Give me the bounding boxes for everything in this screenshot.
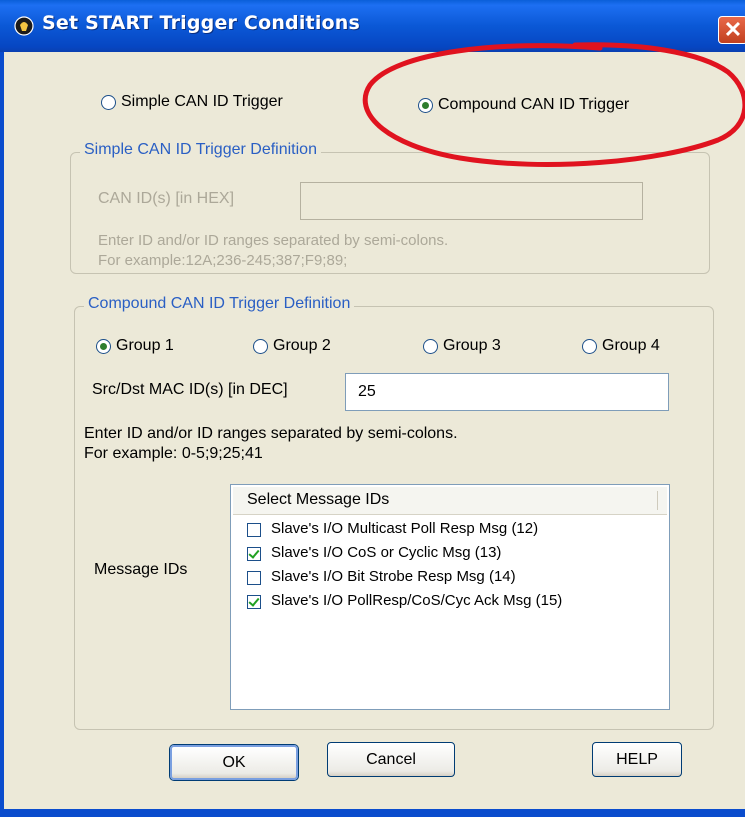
message-ids-label: Message IDs <box>94 561 188 578</box>
title-bar[interactable]: Set START Trigger Conditions ✕ <box>0 0 745 52</box>
compound-help-line1: Enter ID and/or ID ranges separated by s… <box>84 425 458 442</box>
ok-button[interactable]: OK <box>170 745 298 780</box>
simple-help-line2: For example:12A;236-245;387;F9;89; <box>98 252 348 269</box>
message-label-15[interactable]: Slave's I/O PollResp/CoS/Cyc Ack Msg (15… <box>271 592 562 609</box>
group2-radio[interactable] <box>253 339 268 354</box>
message-label-13[interactable]: Slave's I/O CoS or Cyclic Msg (13) <box>271 544 501 561</box>
message-label-14[interactable]: Slave's I/O Bit Strobe Resp Msg (14) <box>271 568 516 585</box>
message-checkbox-14[interactable] <box>247 571 261 585</box>
message-ids-list[interactable]: Select Message IDs Slave's I/O Multicast… <box>230 484 670 710</box>
can-id-label: CAN ID(s) [in HEX] <box>98 190 235 207</box>
group4-label[interactable]: Group 4 <box>602 337 660 355</box>
simple-trigger-label[interactable]: Simple CAN ID Trigger <box>121 93 283 111</box>
compound-trigger-radio[interactable] <box>418 98 433 113</box>
cancel-button[interactable]: Cancel <box>327 742 455 777</box>
help-button[interactable]: HELP <box>592 742 682 777</box>
dialog-window: Set START Trigger Conditions ✕ Simple CA… <box>0 0 745 817</box>
message-checkbox-12[interactable] <box>247 523 261 537</box>
message-checkbox-15[interactable] <box>247 595 261 609</box>
compound-group-legend: Compound CAN ID Trigger Definition <box>84 295 355 313</box>
group1-label[interactable]: Group 1 <box>116 337 174 355</box>
message-label-12[interactable]: Slave's I/O Multicast Poll Resp Msg (12) <box>271 520 538 537</box>
list-header[interactable]: Select Message IDs <box>233 487 667 515</box>
simple-trigger-radio[interactable] <box>101 95 116 110</box>
column-separator <box>657 491 658 510</box>
window-frame-left <box>0 52 4 817</box>
message-checkbox-13[interactable] <box>247 547 261 561</box>
window-title: Set START Trigger Conditions <box>42 12 361 34</box>
app-icon <box>14 16 34 36</box>
compound-trigger-label[interactable]: Compound CAN ID Trigger <box>438 96 629 114</box>
group3-radio[interactable] <box>423 339 438 354</box>
close-icon: ✕ <box>723 17 743 42</box>
mac-id-label: Src/Dst MAC ID(s) [in DEC] <box>92 381 288 398</box>
window-frame-bottom <box>0 809 745 817</box>
simple-group-legend: Simple CAN ID Trigger Definition <box>80 141 321 159</box>
list-header-label: Select Message IDs <box>247 491 390 508</box>
compound-help-line2: For example: 0-5;9;25;41 <box>84 445 263 462</box>
mac-id-input[interactable]: 25 <box>345 373 669 411</box>
group4-radio[interactable] <box>582 339 597 354</box>
close-button[interactable]: ✕ <box>718 16 745 44</box>
group3-label[interactable]: Group 3 <box>443 337 501 355</box>
can-id-input[interactable] <box>300 182 643 220</box>
group1-radio[interactable] <box>96 339 111 354</box>
group2-label[interactable]: Group 2 <box>273 337 331 355</box>
simple-help-line1: Enter ID and/or ID ranges separated by s… <box>98 232 449 249</box>
